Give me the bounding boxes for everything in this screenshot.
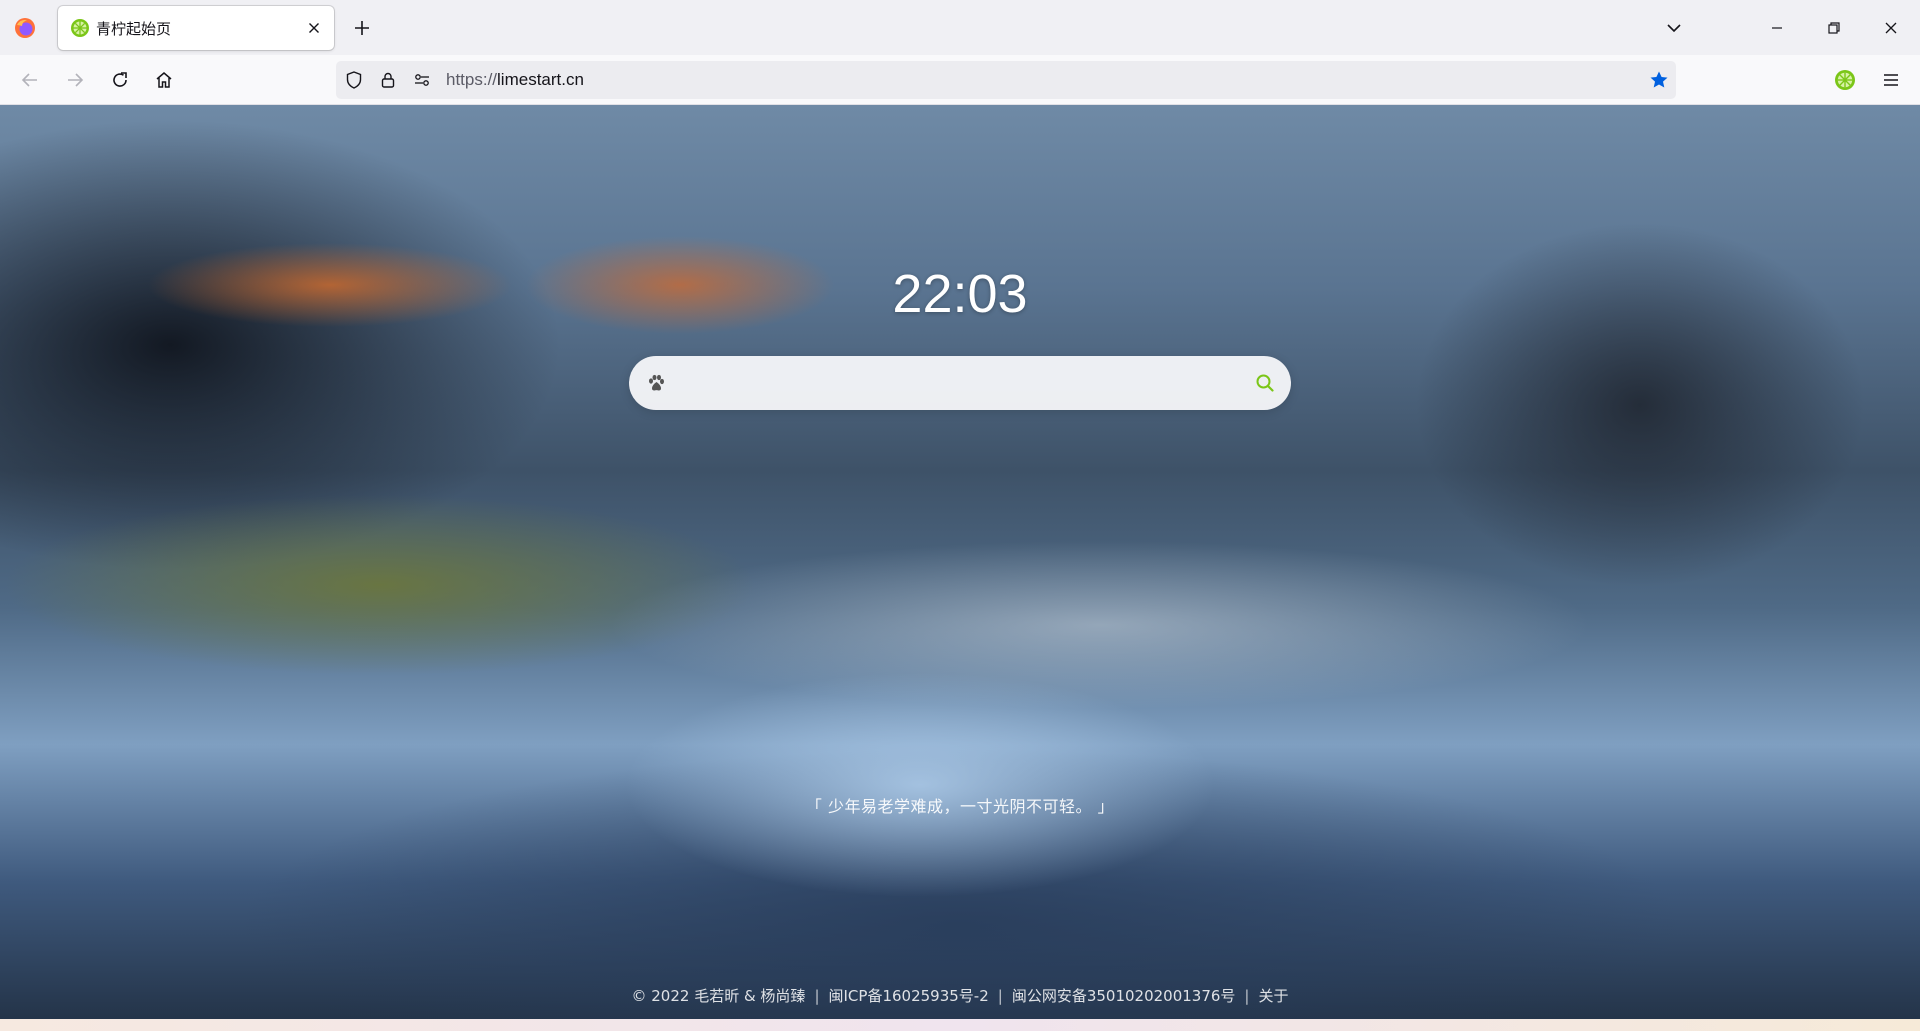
- url-bar[interactable]: https://limestart.cn: [336, 61, 1676, 99]
- footer-icp-link[interactable]: 闽ICP备16025935号-2: [829, 987, 989, 1005]
- close-icon[interactable]: [1877, 14, 1905, 42]
- bottom-strip: [0, 1019, 1920, 1031]
- clock[interactable]: 22:03: [0, 263, 1920, 325]
- lime-favicon-icon: [71, 19, 89, 37]
- url-host: limestart.cn: [497, 70, 584, 89]
- footer-separator: |: [1244, 987, 1250, 1005]
- reload-icon[interactable]: [106, 66, 134, 94]
- chevron-down-icon[interactable]: [1662, 16, 1686, 40]
- footer: © 2022 毛若昕 & 杨尚臻 | 闽ICP备16025935号-2 | 闽公网安备3…: [0, 985, 1920, 1006]
- footer-copyright: © 2022 毛若昕 & 杨尚臻: [631, 987, 806, 1005]
- home-icon[interactable]: [150, 66, 178, 94]
- restore-icon[interactable]: [1820, 14, 1848, 42]
- footer-police-link[interactable]: 闽公网安备35010202001376号: [1012, 987, 1236, 1005]
- tab-active[interactable]: 青柠起始页: [58, 6, 334, 50]
- forward-arrow-icon[interactable]: [61, 66, 89, 94]
- hamburger-menu-icon[interactable]: [1878, 67, 1904, 93]
- firefox-logo-icon[interactable]: [14, 17, 36, 39]
- daily-quote[interactable]: 「 少年易老学难成，一寸光阴不可轻。 」: [0, 793, 1920, 817]
- footer-separator: |: [814, 987, 820, 1005]
- search-input[interactable]: [679, 364, 1243, 404]
- baidu-paw-icon[interactable]: [645, 372, 667, 394]
- permissions-icon[interactable]: [412, 70, 432, 90]
- star-icon[interactable]: [1648, 69, 1670, 91]
- plus-icon[interactable]: [350, 16, 374, 40]
- tab-title: 青柠起始页: [96, 20, 172, 38]
- search-box[interactable]: [629, 356, 1291, 410]
- footer-separator: |: [997, 987, 1003, 1005]
- minimize-icon[interactable]: [1763, 14, 1791, 42]
- close-icon[interactable]: [304, 18, 324, 38]
- tab-bar: 青柠起始页: [0, 0, 1920, 55]
- lime-extension-icon[interactable]: [1833, 68, 1857, 92]
- page-background: 22:03 「 少年易老学难成，一寸光阴不可轻。 」 © 2022 毛若昕 & …: [0, 105, 1920, 1019]
- lock-icon[interactable]: [378, 70, 398, 90]
- search-icon[interactable]: [1253, 371, 1277, 395]
- url-protocol: https://: [446, 70, 498, 89]
- footer-about-link[interactable]: 关于: [1258, 987, 1288, 1005]
- url-text[interactable]: https://limestart.cn: [446, 70, 584, 90]
- shield-icon[interactable]: [344, 70, 364, 90]
- back-arrow-icon[interactable]: [16, 66, 44, 94]
- navigation-toolbar: https://limestart.cn: [0, 55, 1920, 105]
